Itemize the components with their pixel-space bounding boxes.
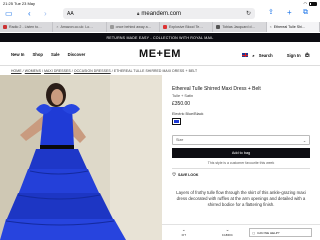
product-bottom-bar: ⌄ FIT ⌄ FABRIC ▢ CAN WE HELP? (162, 224, 320, 240)
breadcrumb-womens[interactable]: WOMENS (25, 69, 41, 73)
wifi-icon: ◠ (303, 1, 308, 6)
site-header: New In Shop Sale Discover ME+EM ⌕ Search… (0, 42, 320, 66)
battery-icon (309, 1, 317, 6)
address-bar[interactable]: AA 🔒︎ meandem.com ↻ (63, 8, 255, 19)
back-icon[interactable]: ‹ (28, 10, 31, 18)
browser-tab[interactable]: Radio 2 - Listen to… (0, 22, 54, 32)
tab-favicon-icon (162, 25, 167, 29)
chevron-down-icon: ⌄ (302, 138, 306, 143)
breadcrumb: HOME / WOMENS / MAXI DRESSES / OCCASION … (11, 69, 197, 73)
promo-text[interactable]: RETURNS MADE EASY - COLLECTION WITH ROYA… (107, 36, 214, 40)
close-icon[interactable]: × (56, 25, 58, 29)
forward-icon[interactable]: › (44, 10, 47, 18)
breadcrumb-separator: / (22, 69, 24, 73)
heart-icon: ♡ (172, 171, 177, 177)
share-icon[interactable]: ⇪ (268, 9, 274, 16)
colour-label: Electric Blue/Black (172, 112, 204, 116)
breadcrumb-separator: / (42, 69, 44, 73)
product-details: Ethereal Tulle Shirred Maxi Dress + Belt… (172, 86, 310, 208)
browser-tab[interactable]: once behind away a… (107, 22, 160, 32)
reload-icon[interactable]: ↻ (246, 10, 251, 17)
save-look-label: SAVE LOOK (178, 172, 199, 177)
breadcrumb-maxi-dresses[interactable]: MAXI DRESSES (44, 69, 71, 73)
uk-flag-icon[interactable] (242, 53, 249, 57)
product-price: £350.00 (172, 101, 191, 107)
tab-strip: Radio 2 - Listen to… × Amazon.co.uk: Lo… … (0, 22, 320, 32)
divider (172, 168, 310, 169)
sidebar-icon[interactable]: ▭ (5, 10, 13, 18)
url-text: meandem.com (141, 10, 182, 17)
help-button[interactable]: ▢ CAN WE HELP? (249, 228, 313, 237)
reader-aa-button[interactable]: AA (67, 11, 74, 17)
breadcrumb-occasion-dresses[interactable]: OCCASION DRESSES (74, 69, 111, 73)
breadcrumb-home[interactable]: HOME (11, 69, 22, 73)
breadcrumb-separator: / (71, 69, 73, 73)
fit-tab[interactable]: ⌄ FIT (162, 228, 206, 237)
promo-banner[interactable]: RETURNS MADE EASY - COLLECTION WITH ROYA… (0, 33, 320, 42)
header-actions: ⌕ Search Sign In 👜︎ (242, 52, 310, 58)
search-link[interactable]: Search (259, 53, 273, 58)
tabs-icon[interactable]: ⧉ (303, 9, 308, 16)
fabric-tab[interactable]: ⌄ FABRIC (206, 228, 250, 237)
fit-label: FIT (181, 232, 187, 237)
browser-tab[interactable]: Explosive Blood Te… (160, 22, 214, 32)
tab-favicon-icon (3, 25, 7, 29)
status-bar: 21:25 Tue 23 May ◠ (0, 0, 320, 7)
breadcrumb-current: ETHEREAL TULLE SHIRRED MAXI DRESS + BELT (113, 69, 198, 73)
fabric-label: FABRIC (222, 232, 233, 237)
size-select[interactable]: Size ⌄ (172, 135, 310, 145)
status-time: 21:25 Tue 23 May (3, 1, 36, 6)
tab-favicon-icon (216, 25, 221, 29)
product-title: Ethereal Tulle Shirred Maxi Dress + Belt (172, 86, 261, 92)
product-description: Layers of frothy tulle flow through the … (176, 189, 306, 207)
browser-tab-active[interactable]: × Ethereal Tulle Shi… (266, 22, 320, 32)
lock-icon: 🔒︎ (136, 11, 140, 16)
colour-swatch[interactable] (172, 118, 181, 125)
browser-tab[interactable]: Tobias Jacquard d… (213, 22, 267, 32)
chat-icon: ▢ (252, 230, 256, 235)
size-placeholder: Size (176, 138, 184, 142)
tab-favicon-icon (109, 25, 114, 29)
bag-icon[interactable]: 👜︎ (305, 52, 310, 58)
search-icon[interactable]: ⌕ (252, 53, 254, 58)
status-icons: ◠ (303, 1, 317, 6)
model-photo-illustration (0, 75, 162, 240)
add-to-bag-button[interactable]: Add to bag (172, 148, 310, 158)
save-look-button[interactable]: ♡ SAVE LOOK (172, 172, 310, 178)
close-icon[interactable]: × (270, 25, 272, 29)
product-subtitle: Tulle + Satin (172, 94, 194, 98)
customer-favourite-note: This style is a customer favourite this … (207, 161, 275, 165)
swatch-fill (173, 119, 180, 124)
browser-tab[interactable]: × Amazon.co.uk: Lo… (53, 22, 107, 32)
breadcrumb-separator: / (111, 69, 113, 73)
product-image[interactable] (0, 75, 162, 240)
help-label: CAN WE HELP? (257, 230, 280, 235)
new-tab-icon[interactable]: + (287, 9, 292, 17)
signin-link[interactable]: Sign In (287, 53, 301, 58)
